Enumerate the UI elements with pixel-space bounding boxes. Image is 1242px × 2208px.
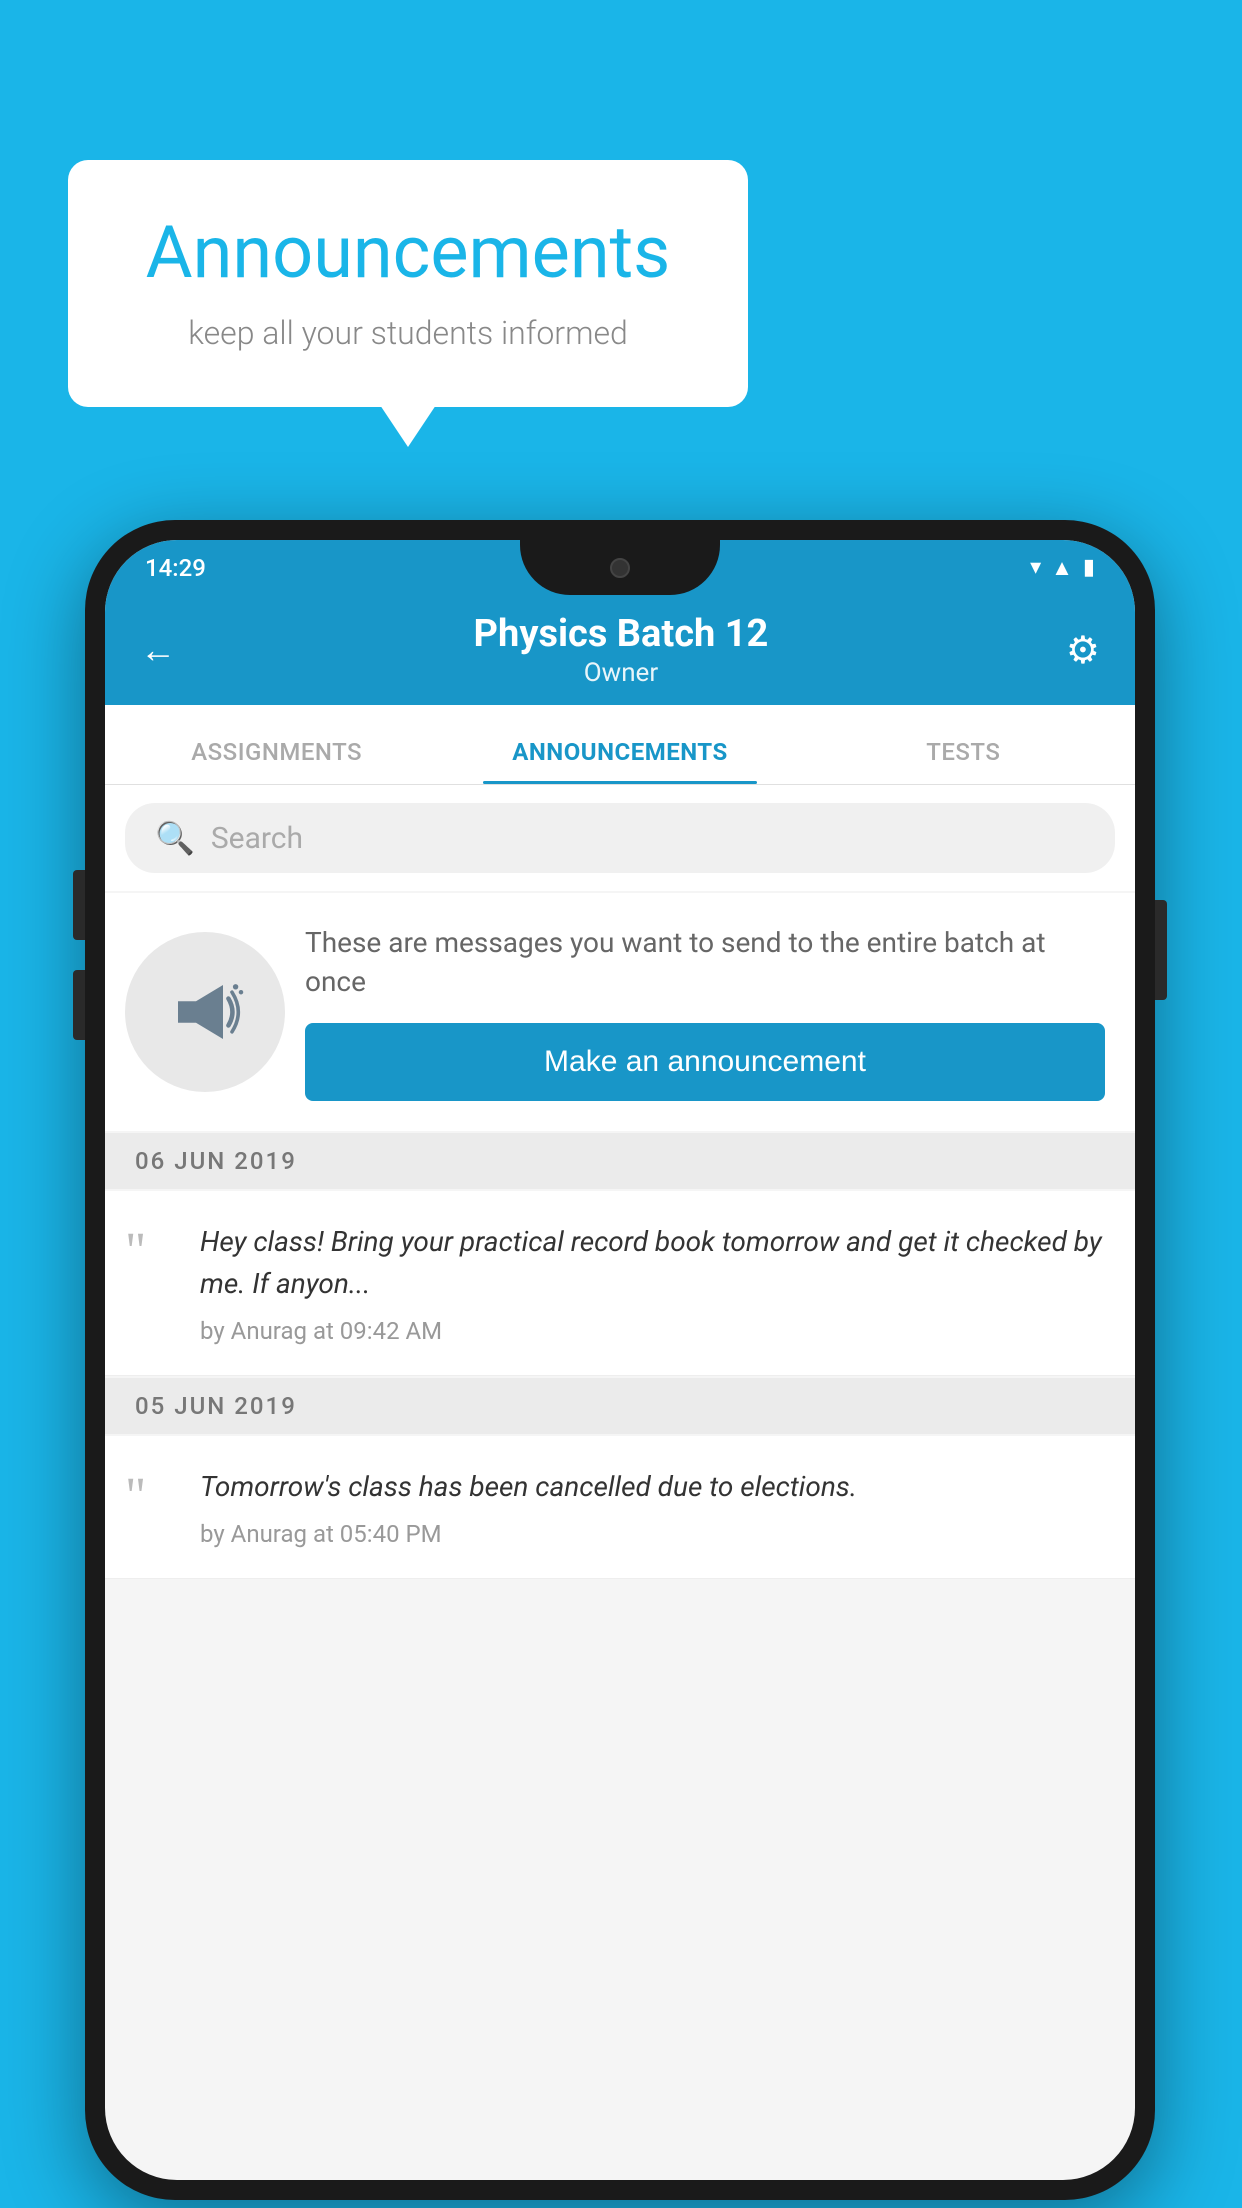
volume-down-button: [73, 970, 85, 1040]
app-bar: ← Physics Batch 12 Owner ⚙: [105, 595, 1135, 705]
search-placeholder: Search: [211, 821, 303, 856]
phone-mockup: 14:29 ▾ ▲ ▮ ← Physics Batch 12 Owner ⚙: [85, 520, 1155, 2200]
bubble-title: Announcements: [128, 210, 688, 296]
promo-right: These are messages you want to send to t…: [305, 923, 1105, 1101]
date-separator-2: 05 JUN 2019: [105, 1378, 1135, 1434]
announcement-meta-1: by Anurag at 09:42 AM: [200, 1317, 1105, 1345]
announcement-text-area-2: Tomorrow's class has been cancelled due …: [200, 1466, 1105, 1548]
app-bar-title: Physics Batch 12: [176, 612, 1066, 656]
megaphone-circle: [125, 932, 285, 1092]
bubble-subtitle: keep all your students informed: [128, 314, 688, 352]
search-bar[interactable]: 🔍 Search: [125, 803, 1115, 873]
back-button[interactable]: ←: [140, 629, 176, 671]
announcement-message-1: Hey class! Bring your practical record b…: [200, 1221, 1105, 1305]
status-icons: ▾ ▲ ▮: [1030, 555, 1095, 581]
app-bar-subtitle: Owner: [176, 658, 1066, 688]
front-camera: [610, 558, 630, 578]
announcement-promo: These are messages you want to send to t…: [105, 893, 1135, 1131]
make-announcement-button[interactable]: Make an announcement: [305, 1023, 1105, 1101]
app-bar-title-area: Physics Batch 12 Owner: [176, 612, 1066, 688]
status-time: 14:29: [145, 554, 206, 582]
signal-icon: ▲: [1051, 555, 1073, 581]
announcement-message-2: Tomorrow's class has been cancelled due …: [200, 1466, 1105, 1508]
battery-icon: ▮: [1083, 555, 1095, 580]
search-icon: 🔍: [155, 819, 195, 857]
phone-notch: [520, 540, 720, 595]
quote-icon-1: ": [125, 1226, 180, 1278]
announcement-text-area-1: Hey class! Bring your practical record b…: [200, 1221, 1105, 1345]
phone-frame: 14:29 ▾ ▲ ▮ ← Physics Batch 12 Owner ⚙: [85, 520, 1155, 2200]
megaphone-icon: [160, 967, 250, 1057]
tab-announcements[interactable]: ANNOUNCEMENTS: [448, 738, 791, 784]
speech-bubble: Announcements keep all your students inf…: [68, 160, 748, 407]
settings-icon[interactable]: ⚙: [1066, 628, 1100, 673]
announcement-meta-2: by Anurag at 05:40 PM: [200, 1520, 1105, 1548]
volume-up-button: [73, 870, 85, 940]
wifi-icon: ▾: [1030, 555, 1041, 580]
screen-content: 🔍 Search: [105, 785, 1135, 1579]
promo-description: These are messages you want to send to t…: [305, 923, 1105, 1001]
announcement-item-2[interactable]: " Tomorrow's class has been cancelled du…: [105, 1436, 1135, 1579]
phone-screen: 14:29 ▾ ▲ ▮ ← Physics Batch 12 Owner ⚙: [105, 540, 1135, 2180]
announcement-item-1[interactable]: " Hey class! Bring your practical record…: [105, 1191, 1135, 1376]
tab-assignments[interactable]: ASSIGNMENTS: [105, 738, 448, 784]
search-bar-container: 🔍 Search: [105, 785, 1135, 891]
power-button: [1155, 900, 1167, 1000]
speech-bubble-area: Announcements keep all your students inf…: [68, 160, 748, 407]
tabs-container: ASSIGNMENTS ANNOUNCEMENTS TESTS: [105, 705, 1135, 785]
tab-tests[interactable]: TESTS: [792, 738, 1135, 784]
quote-icon-2: ": [125, 1471, 180, 1523]
date-separator-1: 06 JUN 2019: [105, 1133, 1135, 1189]
